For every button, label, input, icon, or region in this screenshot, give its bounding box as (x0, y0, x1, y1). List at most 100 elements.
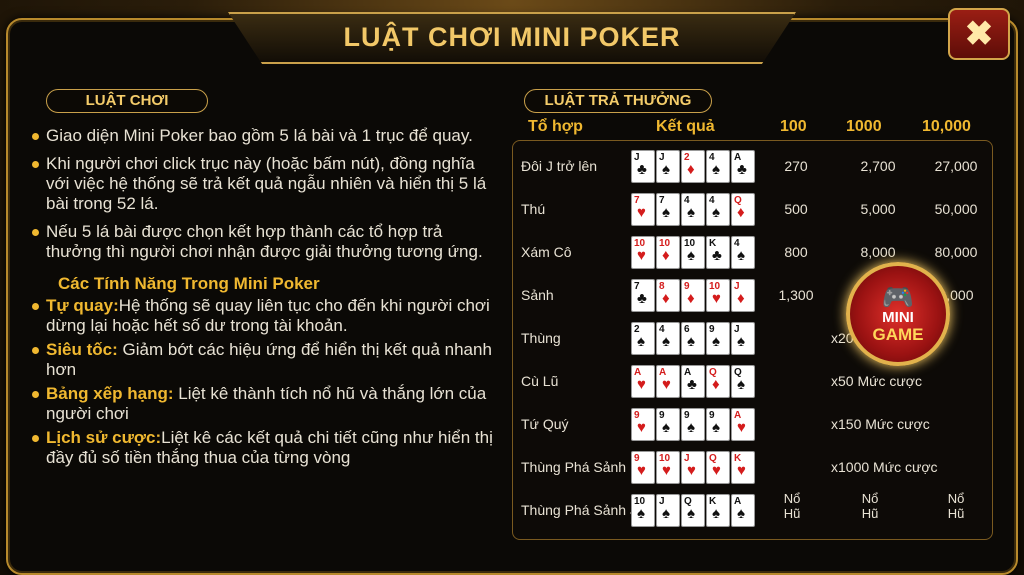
payout-100: 1,300 (778, 287, 814, 303)
card-suit-icon: ♥ (637, 419, 646, 436)
card-suit-icon: ♠ (737, 247, 745, 264)
card-suit-icon: ♠ (737, 333, 745, 350)
playing-card: 7 ♣ (631, 279, 655, 312)
payout-100: 800 (784, 244, 808, 260)
combo-name: Xám Cô (521, 244, 572, 260)
playing-card: J ♠ (656, 150, 680, 183)
close-button[interactable]: ✖ (948, 8, 1010, 60)
playing-card: 4 ♠ (731, 236, 755, 269)
card-suit-icon: ♣ (737, 161, 747, 178)
playing-card: A ♥ (631, 365, 655, 398)
card-suit-icon: ♠ (712, 333, 720, 350)
card-suit-icon: ♠ (737, 505, 745, 522)
combo-name: Tứ Quý (521, 416, 569, 432)
playing-card: 9 ♦ (681, 279, 705, 312)
card-suit-icon: ♥ (637, 376, 646, 393)
playing-card: Q ♦ (731, 193, 755, 226)
card-suit-icon: ♣ (712, 247, 722, 264)
combo-name: Thùng (521, 330, 561, 346)
payout-10000: 27,000 (934, 158, 978, 174)
feature-label: Lịch sử cược: (46, 428, 162, 447)
rules-section-pill: LUẬT CHƠI (46, 89, 208, 113)
card-suit-icon: ♠ (662, 419, 670, 436)
card-hand: A ♥ A ♥ A ♣ Q ♦ Q ♠ (631, 365, 755, 398)
col-header-100: 100 (780, 118, 807, 135)
card-suit-icon: ♦ (662, 247, 670, 264)
card-suit-icon: ♠ (687, 333, 695, 350)
playing-card: A ♣ (681, 365, 705, 398)
card-suit-icon: ♥ (637, 462, 646, 479)
card-suit-icon: ♠ (712, 204, 720, 221)
col-header-1000: 1000 (846, 118, 882, 135)
playing-card: A ♠ (731, 494, 755, 527)
playing-card: 9 ♠ (656, 408, 680, 441)
jackpot-label: Nổ Hũ (861, 491, 879, 521)
payout-100: 270 (784, 158, 808, 174)
card-suit-icon: ♠ (687, 204, 695, 221)
card-suit-icon: ♠ (662, 505, 670, 522)
card-suit-icon: ♥ (687, 462, 696, 479)
playing-card: 10 ♦ (656, 236, 680, 269)
payout-multiplier: x150 Mức cược (831, 416, 930, 432)
playing-card: 4 ♠ (706, 150, 730, 183)
playing-card: J ♣ (631, 150, 655, 183)
feature-item: Siêu tốc: Giảm bớt các hiệu ứng để hiển … (30, 340, 500, 380)
payout-1000: 8,000 (860, 244, 896, 260)
card-hand: 7 ♥ 7 ♠ 4 ♠ 4 ♠ Q ♦ (631, 193, 755, 226)
payout-1000: 5,000 (860, 201, 896, 217)
combo-name: Đôi J trở lên (521, 158, 598, 174)
playing-card: A ♣ (731, 150, 755, 183)
card-hand: J ♣ J ♠ 2 ♦ 4 ♠ A ♣ (631, 150, 755, 183)
playing-card: 9 ♠ (706, 322, 730, 355)
page-title: LUẬT CHƠI MINI POKER (343, 22, 681, 52)
playing-card: 9 ♥ (631, 408, 655, 441)
playing-card: J ♦ (731, 279, 755, 312)
jackpot-label: Nổ Hũ (783, 491, 801, 521)
card-suit-icon: ♠ (637, 333, 645, 350)
payout-100: 500 (784, 201, 808, 217)
playing-card: 8 ♦ (656, 279, 680, 312)
card-suit-icon: ♦ (662, 290, 670, 307)
payout-10000: 50,000 (934, 201, 978, 217)
col-header-result: Kết quả (656, 118, 715, 135)
card-suit-icon: ♠ (712, 161, 720, 178)
card-suit-icon: ♥ (712, 290, 721, 307)
payout-10000: 80,000 (934, 244, 978, 260)
card-suit-icon: ♠ (662, 204, 670, 221)
playing-card: 6 ♠ (681, 322, 705, 355)
payout-section-pill: LUẬT TRẢ THƯỞNG (524, 89, 712, 113)
card-suit-icon: ♠ (687, 505, 695, 522)
card-hand: 7 ♣ 8 ♦ 9 ♦ 10 ♥ J ♦ (631, 279, 755, 312)
playing-card: 10 ♥ (631, 236, 655, 269)
playing-card: 9 ♠ (681, 408, 705, 441)
rule-item: Giao diện Mini Poker bao gồm 5 lá bài và… (30, 126, 500, 146)
mini-game-button[interactable]: 🎮 MINI GAME (846, 262, 950, 366)
playing-card: A ♥ (656, 365, 680, 398)
playing-card: J ♠ (656, 494, 680, 527)
jackpot-label: Nổ Hũ (947, 491, 965, 521)
combo-name: Sảnh (521, 287, 554, 303)
col-header-10000: 10,000 (922, 118, 971, 135)
card-suit-icon: ♥ (737, 419, 746, 436)
combo-name: Thùng Phá Sảnh J (521, 502, 637, 518)
card-suit-icon: ♠ (712, 505, 720, 522)
playing-card: 4 ♠ (656, 322, 680, 355)
playing-card: 10 ♥ (706, 279, 730, 312)
playing-card: 7 ♥ (631, 193, 655, 226)
card-suit-icon: ♣ (637, 290, 647, 307)
playing-card: K ♣ (706, 236, 730, 269)
playing-card: 9 ♠ (706, 408, 730, 441)
card-suit-icon: ♦ (737, 290, 745, 307)
card-hand: 9 ♥ 10 ♥ J ♥ Q ♥ K ♥ (631, 451, 755, 484)
card-suit-icon: ♠ (712, 419, 720, 436)
card-suit-icon: ♦ (687, 290, 695, 307)
playing-card: K ♠ (706, 494, 730, 527)
gamepad-icon: 🎮 (881, 282, 915, 312)
payout-1000: 2,700 (860, 158, 896, 174)
playing-card: J ♠ (731, 322, 755, 355)
playing-card: 2 ♦ (681, 150, 705, 183)
features-title: Các Tính Năng Trong Mini Poker (58, 274, 320, 293)
playing-card: 4 ♠ (706, 193, 730, 226)
table-row: Thùng Phá Sảnh J 10 ♠ J ♠ Q ♠ K ♠ A ♠ Nổ Hũ Nổ Hũ Nổ … (513, 489, 994, 532)
playing-card: 10 ♠ (631, 494, 655, 527)
